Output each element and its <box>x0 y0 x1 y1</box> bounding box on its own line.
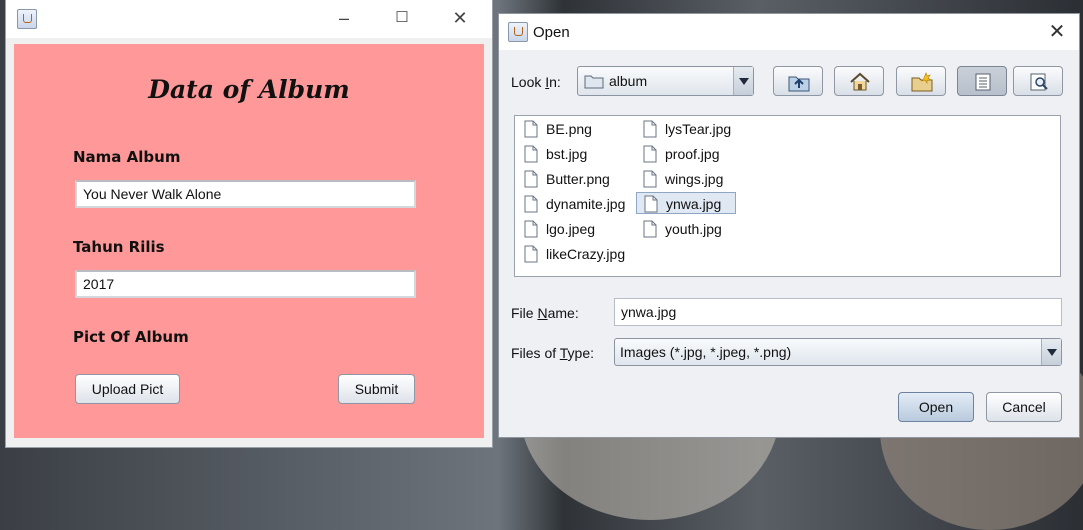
files-of-type-value: Images (*.jpg, *.jpeg, *.png) <box>620 344 792 360</box>
tahun-rilis-label: Tahun Rilis <box>73 238 165 256</box>
pict-of-album-label: Pict Of Album <box>73 328 189 346</box>
file-name: likeCrazy.jpg <box>546 246 626 262</box>
look-in-value: album <box>609 73 648 89</box>
java-app-icon <box>508 22 528 42</box>
tahun-rilis-input[interactable]: 2017 <box>75 270 416 298</box>
file-icon <box>643 170 657 188</box>
file-item[interactable]: lysTear.jpg <box>639 118 731 140</box>
dialog-titlebar: Open ✕ <box>499 14 1079 50</box>
dialog-title: Open <box>533 24 570 41</box>
file-name: lgo.jpeg <box>546 221 596 237</box>
file-item[interactable]: dynamite.jpg <box>520 193 625 215</box>
upload-pict-button[interactable]: Upload Pict <box>75 374 180 404</box>
file-icon <box>643 120 657 138</box>
nama-album-input[interactable]: You Never Walk Alone <box>75 180 416 208</box>
file-icon <box>524 220 538 238</box>
files-of-type-label-text: ype: <box>567 345 595 361</box>
file-name: dynamite.jpg <box>546 196 626 212</box>
file-item[interactable]: proof.jpg <box>639 143 719 165</box>
file-name: BE.png <box>546 121 592 137</box>
file-item[interactable]: Butter.png <box>520 168 610 190</box>
submit-button[interactable]: Submit <box>338 374 415 404</box>
minimize-button[interactable]: – <box>330 6 358 30</box>
file-item[interactable]: wings.jpg <box>639 168 723 190</box>
details-view-icon <box>1030 73 1048 91</box>
close-button[interactable]: ✕ <box>446 6 474 30</box>
chevron-down-icon[interactable] <box>733 67 753 95</box>
file-icon <box>524 245 538 263</box>
file-item[interactable]: youth.jpg <box>639 218 722 240</box>
form-title: Data of Album <box>148 75 350 104</box>
file-icon <box>524 195 538 213</box>
file-name: proof.jpg <box>665 146 720 162</box>
home-button[interactable] <box>834 66 884 96</box>
files-of-type-label-text: Files of <box>511 345 560 361</box>
look-in-label-text: n: <box>549 74 561 90</box>
file-icon <box>643 145 657 163</box>
file-name: lysTear.jpg <box>665 121 732 137</box>
java-app-icon <box>17 9 37 29</box>
cancel-button[interactable]: Cancel <box>986 392 1062 422</box>
file-icon <box>524 170 538 188</box>
chevron-down-icon[interactable] <box>1041 339 1061 365</box>
file-name-input[interactable]: ynwa.jpg <box>614 298 1062 326</box>
form-titlebar: – ☐ ✕ <box>6 0 492 38</box>
open-file-dialog: Open ✕ Look In: album BE.png bst.jpg But… <box>499 14 1079 437</box>
file-name: wings.jpg <box>665 171 724 187</box>
look-in-combo[interactable]: album <box>577 66 754 96</box>
nama-album-label: Nama Album <box>73 148 181 166</box>
file-item[interactable]: lgo.jpeg <box>520 218 595 240</box>
file-icon <box>524 120 538 138</box>
file-item[interactable]: bst.jpg <box>520 143 587 165</box>
file-list-pane[interactable]: BE.png bst.jpg Butter.png dynamite.jpg l… <box>514 115 1061 277</box>
file-icon <box>643 220 657 238</box>
file-icon <box>644 195 658 213</box>
album-form-panel: Data of Album Nama Album You Never Walk … <box>14 44 484 438</box>
list-view-icon <box>975 73 991 91</box>
file-name: bst.jpg <box>546 146 588 162</box>
look-in-label: Look In: <box>511 74 561 90</box>
new-folder-button[interactable] <box>896 66 946 96</box>
file-name-mnemonic: N <box>537 305 548 321</box>
file-item[interactable]: BE.png <box>520 118 592 140</box>
up-one-level-button[interactable] <box>773 66 823 96</box>
files-of-type-label: Files of Type: <box>511 345 594 361</box>
file-name-label: File Name: <box>511 305 579 321</box>
open-button[interactable]: Open <box>898 392 974 422</box>
files-of-type-mnemonic: T <box>559 345 568 361</box>
file-item[interactable]: likeCrazy.jpg <box>520 243 625 265</box>
look-in-label-text: Look <box>511 74 546 90</box>
file-name: Butter.png <box>546 171 610 187</box>
files-of-type-combo[interactable]: Images (*.jpg, *.jpeg, *.png) <box>614 338 1062 366</box>
file-name-label-text: File <box>511 305 538 321</box>
up-folder-icon <box>788 76 810 92</box>
file-icon <box>524 145 538 163</box>
file-name-label-text: ame: <box>547 305 579 321</box>
home-icon <box>850 72 870 91</box>
file-name: ynwa.jpg <box>666 196 722 212</box>
dialog-close-button[interactable]: ✕ <box>1045 20 1069 44</box>
list-view-button[interactable] <box>957 66 1007 96</box>
details-view-button[interactable] <box>1013 66 1063 96</box>
new-folder-icon <box>911 72 933 92</box>
maximize-button[interactable]: ☐ <box>388 6 416 30</box>
album-form-window: – ☐ ✕ Data of Album Nama Album You Never… <box>6 0 492 447</box>
folder-icon <box>584 75 604 89</box>
file-name: youth.jpg <box>665 221 722 237</box>
file-item-selected[interactable]: ynwa.jpg <box>636 192 736 214</box>
